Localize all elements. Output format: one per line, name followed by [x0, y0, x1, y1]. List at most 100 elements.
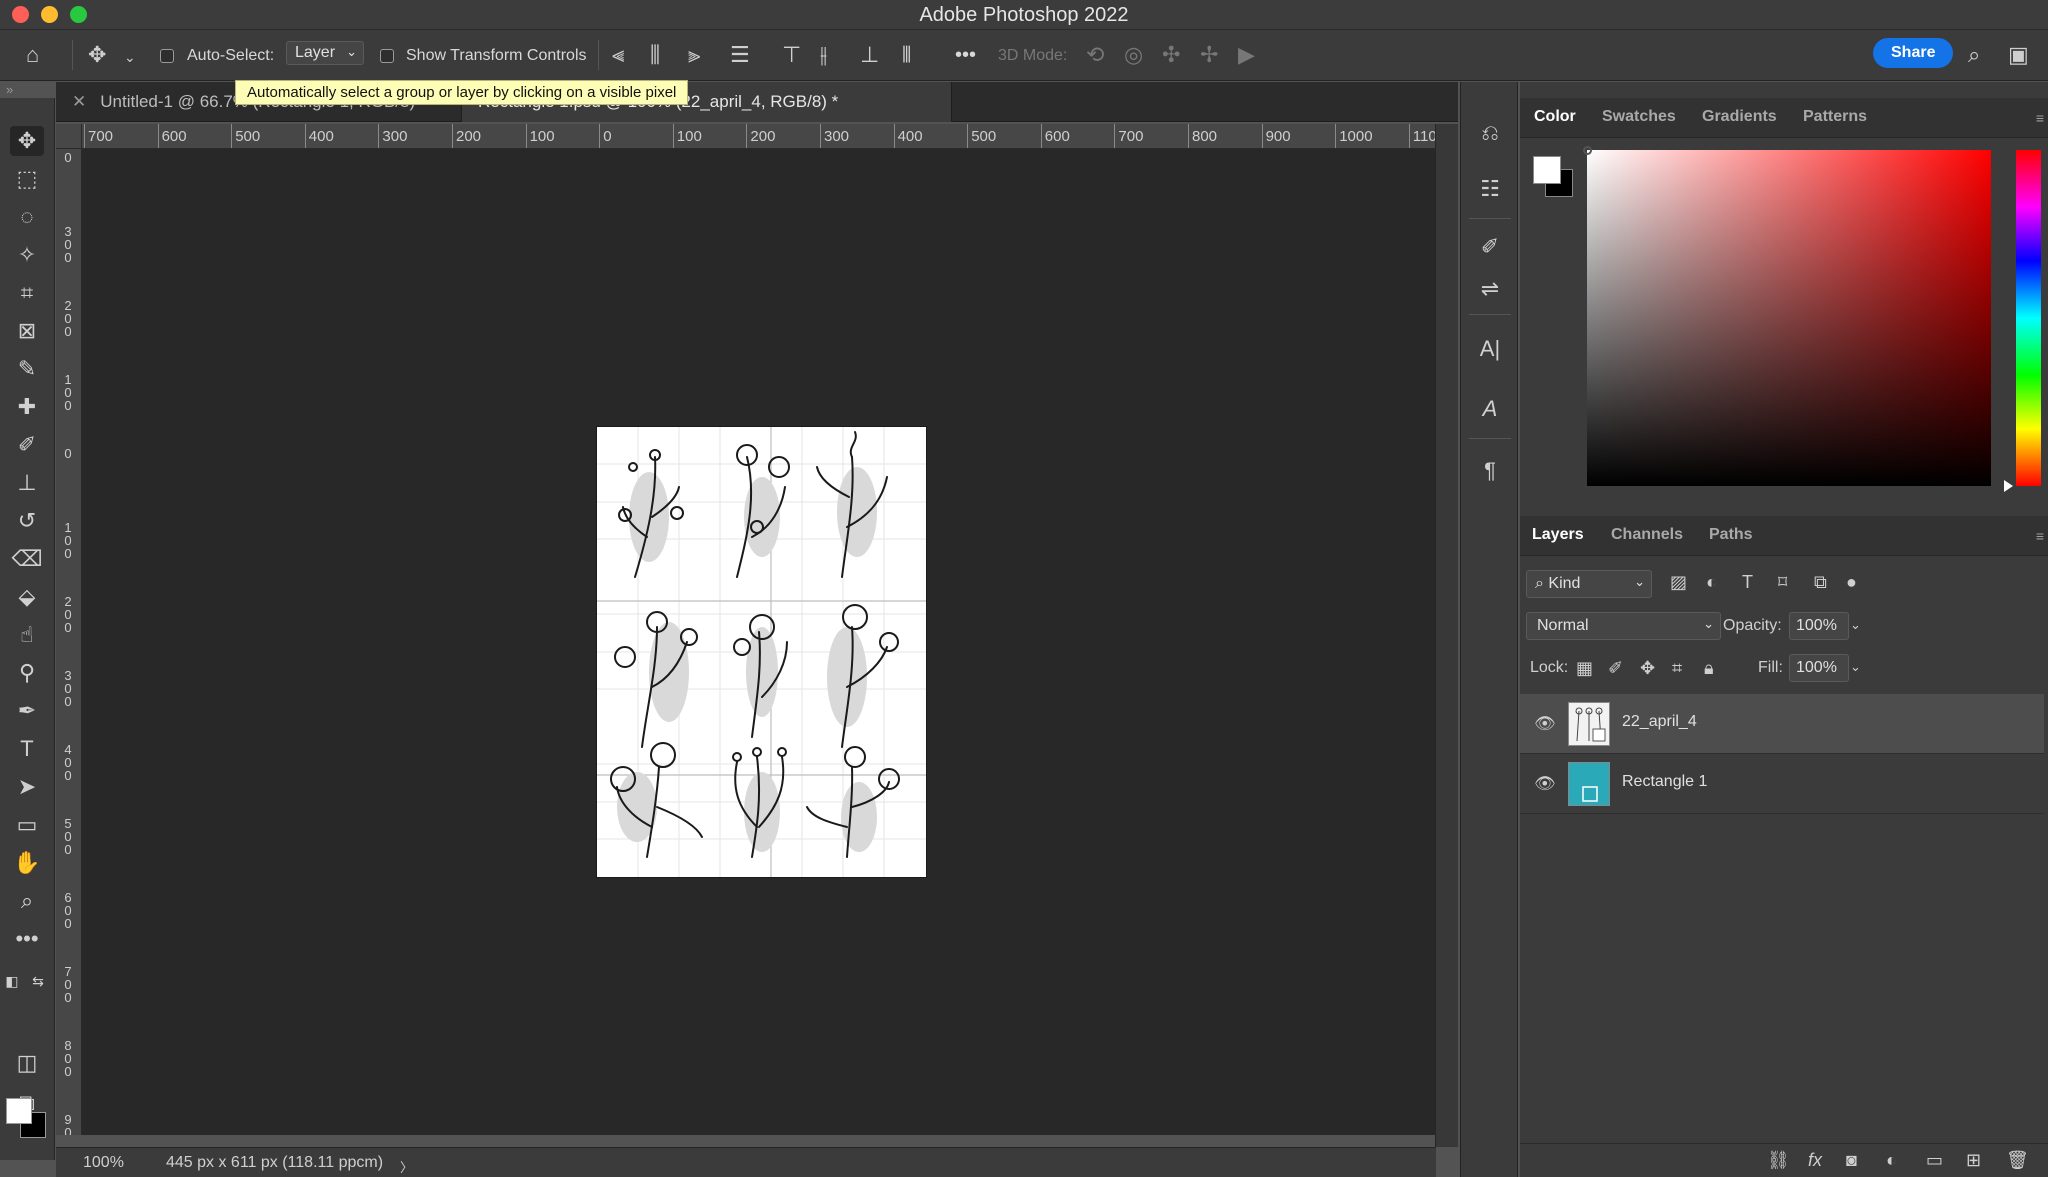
delete-layer-icon[interactable]: 🗑︎ [2006, 1150, 2029, 1171]
panel-menu-icon[interactable]: ≡ [2036, 528, 2044, 544]
expand-panel-icon[interactable]: » [6, 82, 13, 97]
history-panel-icon[interactable]: ⎌ [1475, 118, 1505, 148]
eyedropper-tool-icon[interactable]: ✎ [10, 354, 44, 384]
magic-wand-tool-icon[interactable]: ✧ [10, 240, 44, 270]
marquee-tool-icon[interactable]: ⬚ [10, 164, 44, 194]
color-panel-foreground[interactable] [1533, 156, 1561, 184]
panel-menu-icon[interactable]: ≡ [2036, 110, 2044, 126]
opacity-input[interactable]: 100% [1789, 612, 1849, 640]
camera-3d-icon[interactable]: ▶ [1238, 44, 1255, 66]
distribute-icon[interactable]: ☰ [730, 44, 750, 66]
distribute-vertical-icon[interactable]: ⫴ [902, 44, 911, 66]
chevron-down-icon[interactable]: ⌄ [124, 46, 136, 68]
glyphs-panel-icon[interactable]: A [1475, 394, 1505, 424]
move-tool-preset-icon[interactable]: ✥ [88, 44, 106, 66]
edit-toolbar-icon[interactable]: ••• [10, 924, 44, 954]
lock-image-icon[interactable]: ✐ [1608, 658, 1623, 679]
dodge-tool-icon[interactable]: ⚲ [10, 658, 44, 688]
auto-select-dropdown[interactable]: Layer ⌄ [286, 41, 364, 65]
crop-tool-icon[interactable]: ⌗ [10, 278, 44, 308]
filter-kind-dropdown[interactable]: ⌕ Kind ⌄ [1526, 570, 1652, 598]
default-colors-icon[interactable]: ◧ [2, 966, 22, 996]
fill-input[interactable]: 100% [1789, 654, 1849, 682]
pan-3d-icon[interactable]: ✣ [1162, 44, 1180, 66]
brush-settings-panel-icon[interactable]: ✐ [1475, 232, 1505, 262]
clone-stamp-tool-icon[interactable]: ⊥ [10, 468, 44, 498]
new-adjustment-icon[interactable]: ◐ [1886, 1150, 1897, 1171]
tab-patterns[interactable]: Patterns [1803, 108, 1867, 126]
tab-color[interactable]: Color [1534, 108, 1576, 126]
vertical-scrollbar[interactable] [1435, 124, 1458, 1147]
more-options-button[interactable]: ••• [955, 44, 976, 67]
move-tool-icon[interactable]: ✥ [10, 126, 44, 156]
eraser-tool-icon[interactable]: ⌫ [10, 544, 44, 574]
align-bottom-icon[interactable]: ⊥ [860, 44, 879, 66]
rectangle-tool-icon[interactable]: ▭ [10, 810, 44, 840]
new-layer-icon[interactable]: ⊞ [1966, 1150, 1981, 1171]
align-middle-icon[interactable]: ⫲ [820, 44, 827, 66]
path-selection-tool-icon[interactable]: ➤ [10, 772, 44, 802]
healing-brush-tool-icon[interactable]: ✚ [10, 392, 44, 422]
layer-row-rectangle-1[interactable]: 👁︎ Rectangle 1 [1520, 754, 2044, 814]
swap-colors-icon[interactable]: ⇆ [28, 966, 48, 996]
character-panel-icon[interactable]: A| [1475, 334, 1505, 364]
brushes-panel-icon[interactable]: ⇌ [1475, 274, 1505, 304]
filter-shape-icon[interactable]: ⌑ [1778, 572, 1787, 593]
roll-3d-icon[interactable]: ◎ [1124, 44, 1143, 66]
show-transform-checkbox[interactable] [380, 49, 394, 63]
add-mask-icon[interactable]: ◙ [1846, 1150, 1857, 1171]
color-picker-field[interactable] [1587, 150, 1991, 486]
document-canvas[interactable] [597, 427, 926, 877]
color-picker-marker[interactable] [1583, 146, 1592, 155]
fx-icon[interactable]: fx [1808, 1150, 1822, 1171]
brush-tool-icon[interactable]: ✐ [10, 430, 44, 460]
link-layers-icon[interactable]: ⛓ [1767, 1150, 1790, 1171]
history-brush-tool-icon[interactable]: ↺ [10, 506, 44, 536]
horizontal-ruler[interactable]: 700 600 500 400 300 200 100 0 100 200 300 400 500 600… [82, 124, 1435, 149]
tab-swatches[interactable]: Swatches [1602, 108, 1676, 126]
home-icon[interactable]: ⌂ [26, 44, 39, 66]
hand-tool-icon[interactable]: ✋ [10, 848, 44, 878]
vertical-ruler[interactable]: 0 300 200 100 0 100 200 300 400 500 600 700 800 900 [56, 149, 82, 1135]
auto-select-checkbox[interactable] [160, 49, 174, 63]
layer-name[interactable]: Rectangle 1 [1622, 773, 1707, 791]
paint-bucket-tool-icon[interactable]: ⬙ [10, 582, 44, 612]
adjustments-panel-icon[interactable]: ☷ [1475, 174, 1505, 204]
status-menu-arrow[interactable]: 〉 [400, 1157, 413, 1176]
lasso-tool-icon[interactable]: ◌ [10, 202, 44, 232]
filter-adjustment-icon[interactable]: ◐ [1706, 572, 1717, 593]
align-center-icon[interactable]: ⫼ [650, 44, 660, 66]
foreground-color-swatch[interactable] [6, 1098, 32, 1124]
layer-row-22-april-4[interactable]: 👁︎ 22_april_4 [1520, 694, 2044, 754]
zoom-tool-icon[interactable]: ⌕ [10, 886, 44, 916]
tab-gradients[interactable]: Gradients [1702, 108, 1777, 126]
chevron-down-icon[interactable]: ⌄ [1850, 659, 1861, 675]
slide-3d-icon[interactable]: ✢ [1200, 44, 1218, 66]
filter-pixel-icon[interactable]: ▨ [1670, 572, 1687, 593]
tab-paths[interactable]: Paths [1709, 526, 1753, 544]
layer-name[interactable]: 22_april_4 [1622, 713, 1697, 731]
new-group-icon[interactable]: ▭ [1926, 1150, 1943, 1171]
align-top-icon[interactable]: ⊤ [782, 44, 801, 66]
paragraph-panel-icon[interactable]: ¶ [1475, 456, 1505, 486]
frame-tool-icon[interactable]: ⊠ [10, 316, 44, 346]
quick-mask-icon[interactable]: ◫ [10, 1048, 44, 1078]
filter-toggle-icon[interactable]: ● [1846, 572, 1857, 593]
canvas-area[interactable] [82, 149, 1435, 1135]
eye-icon[interactable]: 👁︎ [1534, 774, 1556, 794]
close-icon[interactable]: ✕ [72, 92, 86, 111]
smudge-tool-icon[interactable]: ☝ [10, 620, 44, 650]
lock-transparency-icon[interactable]: ▦ [1576, 658, 1593, 679]
type-tool-icon[interactable]: T [10, 734, 44, 764]
zoom-level[interactable]: 100% [83, 1154, 124, 1172]
lock-artboard-icon[interactable]: ⌗ [1672, 658, 1682, 679]
eye-icon[interactable]: 👁︎ [1534, 714, 1556, 734]
hue-slider[interactable] [2016, 150, 2041, 486]
lock-position-icon[interactable]: ✥ [1640, 658, 1655, 679]
pen-tool-icon[interactable]: ✒ [10, 696, 44, 726]
filter-smart-object-icon[interactable]: ⧉ [1814, 572, 1827, 593]
lock-all-icon[interactable]: 🔒︎ [1704, 658, 1714, 679]
chevron-down-icon[interactable]: ⌄ [1850, 617, 1861, 633]
tab-layers[interactable]: Layers [1532, 526, 1584, 544]
share-button[interactable]: Share [1873, 38, 1954, 68]
